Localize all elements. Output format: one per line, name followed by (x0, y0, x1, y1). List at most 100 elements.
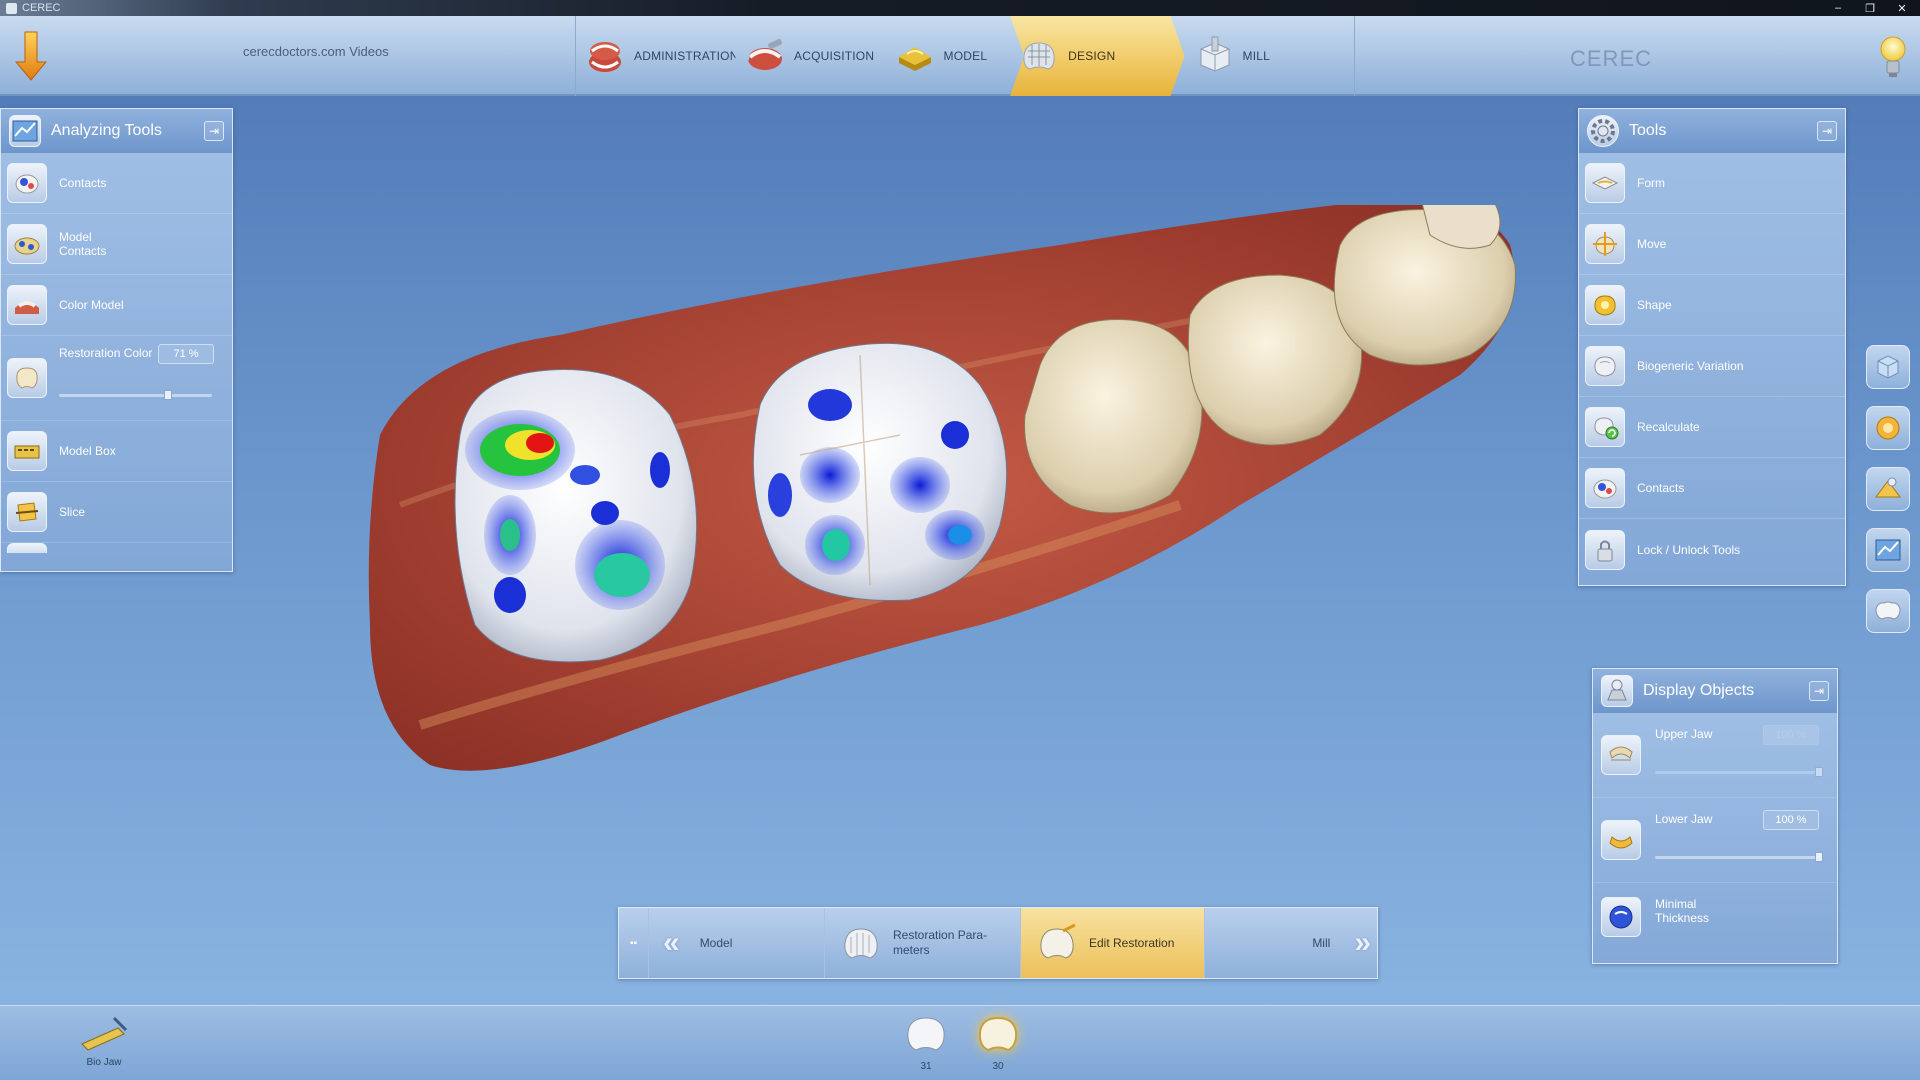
cube-icon (1877, 355, 1899, 379)
tool-biogeneric-variation[interactable]: Biogeneric Variation (1579, 336, 1845, 397)
analysis-button[interactable] (1866, 528, 1910, 572)
tool-restoration-color[interactable]: Restoration Color 71 % (1, 336, 232, 421)
form-icon (1585, 163, 1625, 203)
tool-label: Move (1637, 237, 1667, 251)
analyzing-tools-icon (9, 115, 41, 147)
tool-color-model[interactable]: Color Model (1, 275, 232, 336)
more-tools-indicator[interactable] (1, 543, 232, 553)
tool-recalculate[interactable]: Recalculate (1579, 397, 1845, 458)
app-icon (6, 2, 17, 14)
restoration-color-slider[interactable] (59, 390, 212, 400)
close-icon[interactable]: ✕ (1894, 2, 1910, 15)
slider-knob[interactable] (163, 390, 172, 400)
lower-jaw-row[interactable]: Lower Jaw 100 % (1593, 798, 1837, 883)
brand-logo: CEREC (1570, 46, 1653, 71)
lower-jaw-value[interactable]: 100 % (1763, 810, 1819, 830)
scanner-icon (1875, 477, 1901, 498)
lower-jaw-slider[interactable] (1655, 852, 1823, 862)
upper-jaw-value[interactable]: 100 % (1763, 725, 1819, 745)
bio-jaw-icon (81, 1015, 129, 1051)
edit-restoration-icon (1040, 923, 1076, 959)
minimal-thickness-icon (1601, 897, 1641, 937)
lightbulb-icon[interactable] (1880, 34, 1906, 80)
lock-icon (1585, 529, 1625, 570)
teeth-view-button[interactable] (1866, 589, 1910, 633)
slider-knob[interactable] (1815, 767, 1823, 777)
tool-label: Restoration Color (59, 346, 153, 360)
pin-icon[interactable]: ⇥ (1817, 121, 1837, 141)
slider-knob[interactable] (1815, 852, 1823, 862)
chevron-left-icon: « (663, 926, 679, 959)
step-label: Edit Restoration (1089, 936, 1175, 950)
restoration-color-value[interactable]: 71 % (158, 344, 214, 364)
slice-icon (7, 492, 47, 532)
analyzing-tools-panel: Analyzing Tools ⇥ Contacts Model Contact… (0, 108, 233, 572)
scan-button[interactable] (1866, 467, 1910, 511)
display-objects-panel: Display Objects ⇥ Upper Jaw 100 % Lower … (1592, 668, 1838, 964)
shape-icon (1585, 285, 1625, 325)
tooth-31-button[interactable]: 31 (898, 1012, 954, 1072)
step-restoration-parameters[interactable]: Restoration Para- meters (825, 908, 1021, 978)
panel-title: Display Objects (1643, 682, 1755, 699)
tab-mill[interactable]: MILL (1185, 16, 1354, 96)
model-icon (894, 35, 936, 77)
move-icon (1585, 224, 1625, 264)
panel-title: Analyzing Tools (51, 122, 162, 139)
mill-icon (1193, 35, 1235, 77)
tool-form[interactable]: Form (1579, 153, 1845, 214)
administration-icon (584, 35, 626, 77)
tab-administration[interactable]: ADMINISTRATION (576, 16, 736, 96)
tool-label: Biogeneric Variation (1637, 359, 1744, 373)
restoration-color-icon (7, 358, 47, 398)
acquisition-icon (744, 35, 786, 77)
tooth-icon (907, 1017, 945, 1051)
tool-lock-unlock[interactable]: Lock / Unlock Tools (1579, 519, 1845, 580)
tab-label: MODEL (943, 49, 988, 63)
tool-label: Lock / Unlock Tools (1637, 542, 1741, 557)
pin-icon[interactable]: ⇥ (204, 121, 224, 141)
tool-contacts[interactable]: Contacts (1, 153, 232, 214)
bio-jaw-label: Bio Jaw (86, 1057, 122, 1068)
bio-jaw-button[interactable]: Bio Jaw (78, 1014, 130, 1068)
workflow-grip[interactable]: ▪▪ (619, 908, 649, 978)
pin-icon[interactable]: ⇥ (1809, 681, 1829, 701)
tools-icon (1587, 115, 1619, 147)
videos-label[interactable]: cerecdoctors.com Videos (243, 44, 389, 59)
contacts-icon (7, 163, 47, 203)
back-arrow-icon[interactable] (14, 30, 48, 82)
color-model-icon (7, 285, 47, 325)
step-back-model[interactable]: « Model (649, 908, 825, 978)
tab-design[interactable]: DESIGN (1010, 16, 1184, 96)
step-edit-restoration[interactable]: Edit Restoration (1021, 908, 1205, 978)
tool-shape[interactable]: Shape (1579, 275, 1845, 336)
model-contacts-icon (7, 224, 47, 264)
view-toolbar (1866, 345, 1912, 650)
tool-label: Color Model (59, 298, 124, 312)
maximize-icon[interactable]: ❐ (1862, 2, 1878, 15)
restoration-parameters-icon (844, 928, 878, 959)
tool-model-box[interactable]: Model Box (1, 421, 232, 482)
teeth-icon (1875, 601, 1901, 620)
tool-model-contacts[interactable]: Model Contacts (1, 214, 232, 275)
tools-panel: Tools ⇥ Form Move Shape Biogeneric Varia… (1578, 108, 1846, 586)
model-box-icon (7, 431, 47, 471)
minimize-icon[interactable]: – (1830, 2, 1846, 15)
tool-move[interactable]: Move (1579, 214, 1845, 275)
tab-acquisition[interactable]: ACQUISITION (736, 16, 886, 96)
step-forward-mill[interactable]: Mill » (1205, 908, 1377, 978)
tab-model[interactable]: MODEL (886, 16, 1011, 96)
tool-contacts[interactable]: Contacts (1579, 458, 1845, 519)
upper-jaw-row[interactable]: Upper Jaw 100 % (1593, 713, 1837, 798)
natural-tooth (1024, 319, 1203, 514)
tooth-30-button[interactable]: 30 (970, 1012, 1026, 1072)
settings-button[interactable] (1866, 406, 1910, 450)
panel-header: Display Objects ⇥ (1593, 669, 1837, 713)
tool-slice[interactable]: Slice (1, 482, 232, 543)
3d-viewport[interactable] (360, 205, 1570, 805)
tooth-number: 31 (920, 1061, 932, 1072)
upper-jaw-slider[interactable] (1655, 767, 1823, 777)
tooth-31-restoration (454, 369, 698, 663)
tab-label: MILL (1242, 49, 1271, 63)
minimal-thickness-row[interactable]: Minimal Thickness (1593, 883, 1837, 953)
view-cube-button[interactable] (1866, 345, 1910, 389)
